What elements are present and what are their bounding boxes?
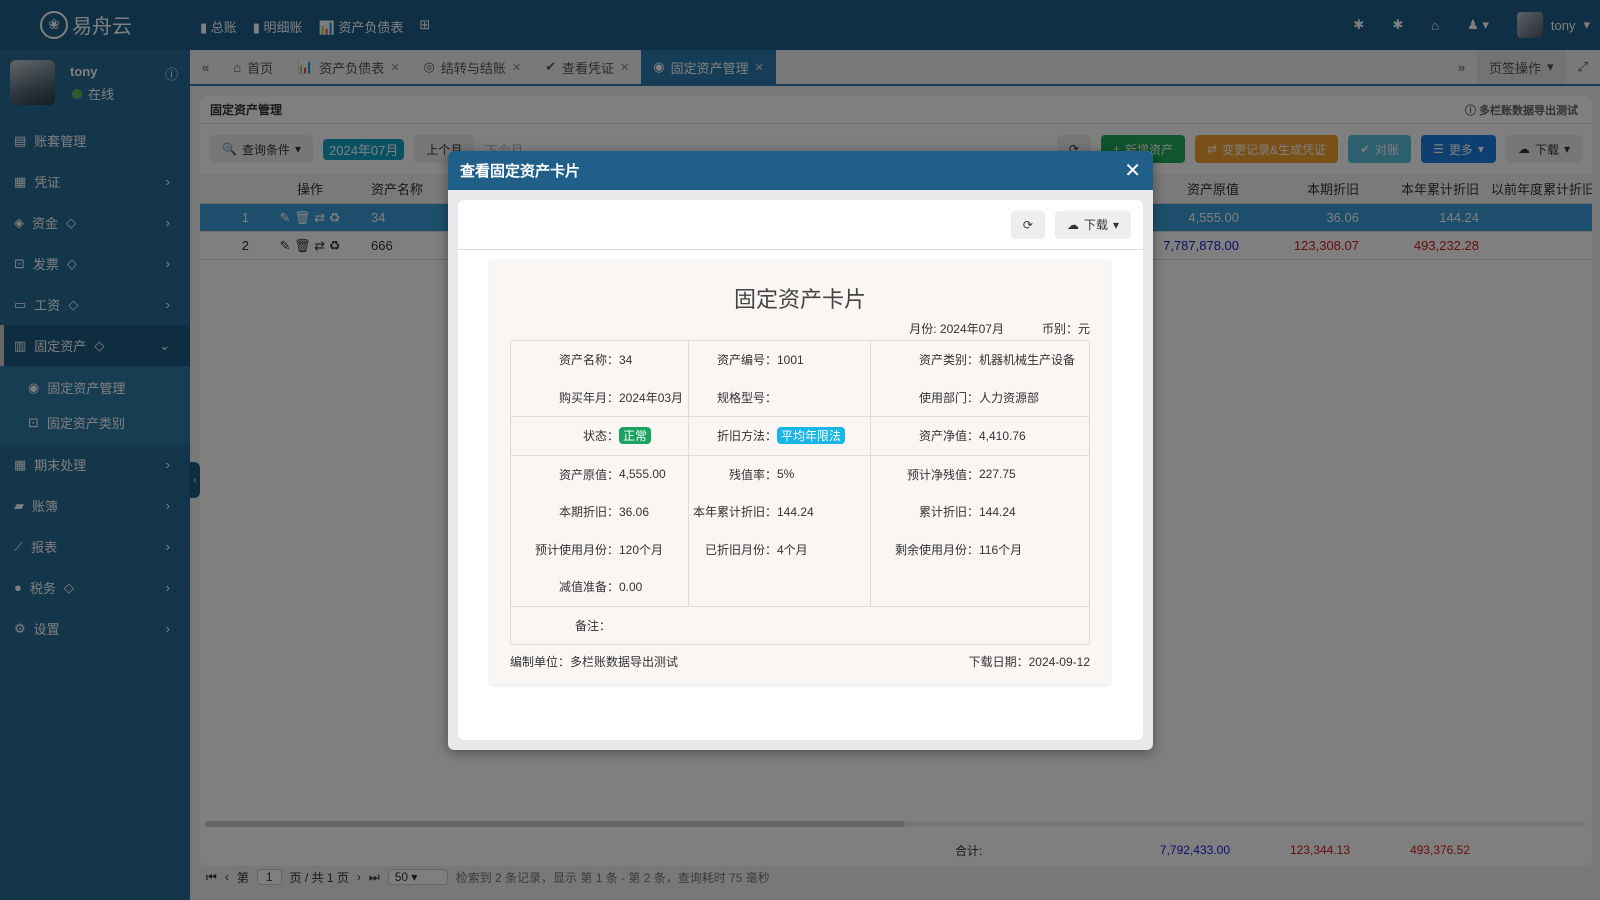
field-value: 4,410.76: [979, 428, 1026, 443]
card-table: 资产名称： 34 购买年月： 2024年03月 资产编号： 1001 规格型号： 资产类别：机…: [510, 340, 1090, 645]
field-label: 使用部门：: [918, 390, 979, 405]
field-label: 已折旧月份：: [704, 542, 777, 557]
field-label: 购买年月：: [558, 390, 619, 405]
field-value: 人力资源部: [979, 390, 1040, 405]
field-label: 剩余使用月份：: [894, 542, 979, 557]
field-value: 120个月: [619, 542, 664, 557]
field-label: 资产净值：: [918, 429, 979, 444]
asset-card-modal: 查看固定资产卡片 ✕ ⟳ ☁ 下载 ▾ 固定资产卡片 月份: 2024年07月 币别…: [448, 151, 1153, 750]
field-label: 残值率：: [728, 467, 777, 482]
asset-card: 固定资产卡片 月份: 2024年07月 币别：元 资产名称： 34 购买年月： 2024…: [490, 260, 1110, 684]
field-value: 1001: [777, 352, 804, 367]
card-field: 资产编号： 1001: [689, 341, 870, 379]
card-field: 资产原值： 4,555.00: [511, 456, 688, 494]
card-field: 资产净值： 4,410.76: [871, 417, 1089, 455]
card-field: 预计净残值： 227.75: [871, 456, 1089, 494]
card-field: 状态： 正常: [511, 417, 688, 455]
field-label: 累计折旧：: [918, 505, 979, 520]
field-label: 本年累计折旧：: [692, 505, 777, 520]
field-value: 4个月: [777, 542, 808, 557]
card-field: 折旧方法： 平均年限法: [689, 417, 870, 455]
modal-title: 查看固定资产卡片: [460, 163, 581, 180]
card-field: 资产类别： 机器机械生产设备: [871, 341, 1089, 379]
card-field: 预计使用月份： 120个月: [511, 531, 688, 569]
card-title: 固定资产卡片: [733, 287, 866, 312]
card-date: 下载日期：2024-09-12: [968, 655, 1090, 669]
download-button[interactable]: ☁ 下载 ▾: [1054, 210, 1131, 239]
field-value: 5%: [777, 467, 795, 482]
field-label: 资产编号：: [716, 353, 777, 368]
card-field: 购买年月： 2024年03月: [511, 379, 688, 417]
field-label: 预计净残值：: [906, 467, 979, 482]
field-label: 本期折旧：: [558, 505, 619, 520]
method-badge: 平均年限法: [777, 427, 846, 445]
label: 下载: [1083, 218, 1108, 232]
field-value: 机器机械生产设备: [979, 353, 1076, 368]
field-label: 规格型号：: [716, 390, 777, 405]
card-field: 残值率： 5%: [689, 456, 870, 494]
field-label: 资产名称：: [558, 353, 619, 368]
field-label: 减值准备：: [558, 580, 619, 595]
card-month: 月份: 2024年07月: [909, 322, 1004, 336]
card-field: 剩余使用月份： 116个月: [871, 531, 1089, 569]
field-label: 资产类别：: [918, 353, 979, 368]
card-field: 本期折旧： 36.06: [511, 493, 688, 531]
field-label: 折旧方法：: [716, 429, 777, 444]
card-unit: 编制单位：多栏账数据导出测试: [510, 655, 679, 669]
field-value: 4,555.00: [619, 467, 666, 482]
field-value: 2024年03月: [619, 390, 684, 405]
field-value: 144.24: [979, 504, 1016, 519]
card-field: 使用部门： 人力资源部: [871, 379, 1089, 417]
card-field: 已折旧月份： 4个月: [689, 531, 870, 569]
card-field: 减值准备： 0.00: [511, 568, 688, 606]
field-value: 0.00: [619, 579, 643, 594]
card-field: 累计折旧： 144.24: [871, 493, 1089, 531]
field-value: 227.75: [979, 467, 1016, 482]
card-field: 本年累计折旧： 144.24: [689, 493, 870, 531]
remark-label: 备注：: [574, 618, 611, 633]
field-label: 状态：: [582, 429, 619, 444]
card-field: 资产名称： 34: [511, 341, 688, 379]
card-field: 规格型号：: [689, 379, 870, 417]
field-value: 144.24: [777, 504, 814, 519]
field-label: 预计使用月份：: [534, 542, 619, 557]
field-label: 资产原值：: [558, 467, 619, 482]
card-currency: 币别：元: [1041, 322, 1090, 336]
field-value: 34: [619, 352, 633, 367]
field-value: 36.06: [619, 504, 650, 519]
close-icon[interactable]: ✕: [1124, 158, 1141, 183]
status-badge: 正常: [619, 427, 652, 445]
refresh-button[interactable]: ⟳: [1010, 210, 1045, 239]
field-value: 116个月: [979, 542, 1023, 557]
